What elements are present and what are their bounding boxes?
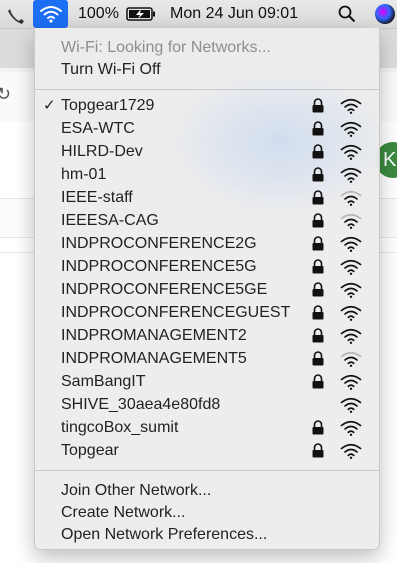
wifi-signal-icon xyxy=(340,144,362,160)
wifi-signal-icon xyxy=(340,259,362,275)
network-item[interactable]: INDPROCONFERENCE2G xyxy=(35,232,379,255)
network-name: INDPROCONFERENCEGUEST xyxy=(61,304,291,321)
wifi-signal-icon xyxy=(340,420,362,436)
network-item[interactable]: INDPROMANAGEMENT2 xyxy=(35,324,379,347)
network-name: Topgear1729 xyxy=(61,97,155,114)
battery-percent: 100% xyxy=(78,5,119,22)
network-name: INDPROCONFERENCE5GE xyxy=(61,281,268,298)
network-item[interactable]: INDPROCONFERENCEGUEST xyxy=(35,301,379,324)
wifi-signal-icon xyxy=(340,98,362,114)
open-network-preferences-label: Open Network Preferences... xyxy=(61,526,268,543)
menu-bar: 100% Mon 24 Jun 09:01 xyxy=(0,0,397,29)
wifi-dropdown-menu: Wi-Fi: Looking for Networks... Turn Wi-F… xyxy=(34,28,380,550)
wifi-icon[interactable] xyxy=(39,5,63,23)
lock-icon xyxy=(312,282,324,297)
network-name: hm-01 xyxy=(61,166,107,183)
spotlight-search-icon[interactable] xyxy=(338,5,356,23)
lock-icon xyxy=(312,305,324,320)
wifi-signal-icon xyxy=(340,282,362,298)
turn-wifi-off-item[interactable]: Turn Wi-Fi Off xyxy=(35,58,379,81)
network-item[interactable]: HILRD-Dev xyxy=(35,140,379,163)
lock-icon xyxy=(312,236,324,251)
network-name: ESA-WTC xyxy=(61,120,135,137)
wifi-signal-icon xyxy=(340,305,362,321)
network-item[interactable]: SHIVE_30aea4e80fd8 xyxy=(35,393,379,416)
lock-icon xyxy=(312,443,324,458)
network-name: INDPROMANAGEMENT2 xyxy=(61,327,247,344)
open-network-preferences-item[interactable]: Open Network Preferences... xyxy=(35,523,379,546)
wifi-signal-icon xyxy=(340,351,362,367)
network-item[interactable]: ✓ Topgear1729 xyxy=(35,94,379,117)
network-name: IEEE-staff xyxy=(61,189,133,206)
wifi-signal-icon xyxy=(340,190,362,206)
network-item[interactable]: tingcoBox_sumit xyxy=(35,416,379,439)
create-network-item[interactable]: Create Network... xyxy=(35,501,379,524)
clock[interactable]: Mon 24 Jun 09:01 xyxy=(170,0,298,28)
network-name: SamBangIT xyxy=(61,373,146,390)
join-other-network-item[interactable]: Join Other Network... xyxy=(35,479,379,502)
lock-icon xyxy=(312,144,324,159)
network-name: IEEESA-CAG xyxy=(61,212,159,229)
lock-icon xyxy=(312,328,324,343)
wifi-signal-icon xyxy=(340,328,362,344)
network-item[interactable]: hm-01 xyxy=(35,163,379,186)
network-item[interactable]: INDPROCONFERENCE5G xyxy=(35,255,379,278)
wifi-status: Wi-Fi: Looking for Networks... xyxy=(35,36,379,59)
lock-icon xyxy=(312,121,324,136)
lock-icon xyxy=(312,98,324,113)
menu-separator xyxy=(35,470,379,471)
checkmark-icon: ✓ xyxy=(43,97,56,114)
network-item[interactable]: INDPROMANAGEMENT5 xyxy=(35,347,379,370)
lock-icon xyxy=(312,259,324,274)
wifi-signal-icon xyxy=(340,167,362,183)
network-item[interactable]: ESA-WTC xyxy=(35,117,379,140)
phone-icon[interactable] xyxy=(4,0,28,28)
network-name: HILRD-Dev xyxy=(61,143,143,160)
wifi-signal-icon xyxy=(340,443,362,459)
menu-separator xyxy=(35,89,379,90)
network-item[interactable]: IEEESA-CAG xyxy=(35,209,379,232)
siri-icon[interactable] xyxy=(375,4,395,24)
reload-icon[interactable]: ↻ xyxy=(0,84,11,105)
network-name: Topgear xyxy=(61,442,119,459)
network-name: INDPROCONFERENCE2G xyxy=(61,235,257,252)
lock-icon xyxy=(312,374,324,389)
network-name: INDPROMANAGEMENT5 xyxy=(61,350,247,367)
wifi-signal-icon xyxy=(340,236,362,252)
network-name: INDPROCONFERENCE5G xyxy=(61,258,257,275)
lock-icon xyxy=(312,167,324,182)
wifi-signal-icon xyxy=(340,397,362,413)
network-item[interactable]: INDPROCONFERENCE5GE xyxy=(35,278,379,301)
turn-wifi-off-label: Turn Wi-Fi Off xyxy=(61,61,161,78)
network-item[interactable]: SamBangIT xyxy=(35,370,379,393)
wifi-signal-icon xyxy=(340,374,362,390)
network-name: tingcoBox_sumit xyxy=(61,419,179,436)
create-network-label: Create Network... xyxy=(61,504,186,521)
wifi-signal-icon xyxy=(340,121,362,137)
wifi-status-label: Wi-Fi: Looking for Networks... xyxy=(61,39,271,56)
lock-icon xyxy=(312,190,324,205)
network-item[interactable]: IEEE-staff xyxy=(35,186,379,209)
join-other-network-label: Join Other Network... xyxy=(61,482,212,499)
network-item[interactable]: Topgear xyxy=(35,439,379,462)
battery-charging-icon[interactable] xyxy=(126,7,156,21)
network-name: SHIVE_30aea4e80fd8 xyxy=(61,396,221,413)
wifi-signal-icon xyxy=(340,213,362,229)
lock-icon xyxy=(312,420,324,435)
lock-icon xyxy=(312,213,324,228)
lock-icon xyxy=(312,351,324,366)
